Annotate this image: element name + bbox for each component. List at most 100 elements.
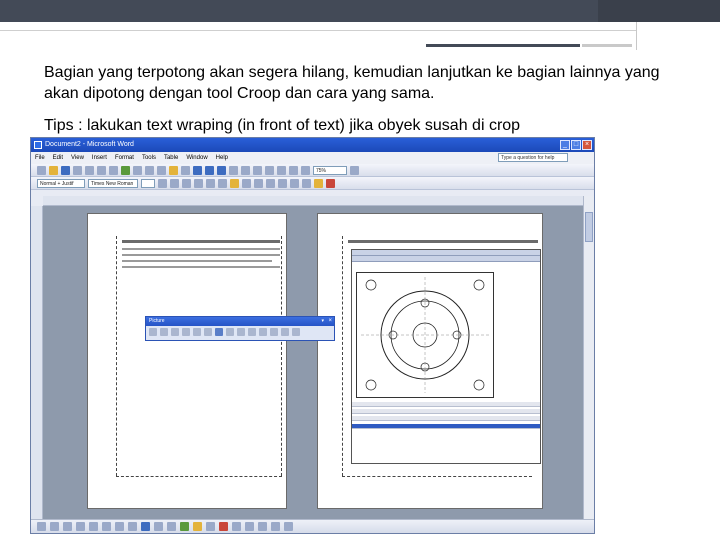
more-brightness-icon[interactable] [193,328,201,336]
line-style-icon[interactable] [232,522,241,531]
bullets-icon[interactable] [266,178,275,188]
diagram-icon[interactable] [154,522,163,531]
wordart-icon[interactable] [141,522,150,531]
outside-border-icon[interactable] [302,178,311,188]
research-icon[interactable] [133,165,142,175]
insert-excel-icon[interactable] [253,165,262,175]
print-preview-icon[interactable] [109,165,118,175]
reset-picture-icon[interactable] [292,328,300,336]
line-spacing-icon[interactable] [242,178,251,188]
picture-toolbar-title-bar[interactable]: Picture ▾ × [146,317,334,326]
insert-picture-icon[interactable] [180,522,189,531]
text-box-icon[interactable] [128,522,137,531]
vertical-scrollbar[interactable] [583,196,594,520]
zoom-select[interactable]: 75% [313,165,347,175]
less-brightness-icon[interactable] [204,328,212,336]
select-objects-icon[interactable] [50,522,59,531]
permission-icon[interactable] [73,165,82,175]
toolbar-options-icon[interactable]: ▾ [321,317,324,326]
justify-icon[interactable] [230,178,239,188]
font-size-select[interactable] [141,178,155,188]
align-center-icon[interactable] [206,178,215,188]
oval-icon[interactable] [115,522,124,531]
help-search-input[interactable]: Type a question for help [498,153,568,162]
tables-borders-icon[interactable] [229,165,238,175]
clip-art-icon[interactable] [167,522,176,531]
columns-icon[interactable] [265,165,274,175]
shadow-style-icon[interactable] [271,522,280,531]
compress-pictures-icon[interactable] [248,328,256,336]
text-wrapping-icon[interactable] [259,328,267,336]
horizontal-ruler[interactable] [43,196,583,206]
read-icon[interactable] [350,165,359,175]
menu-edit[interactable]: Edit [53,152,63,164]
undo-icon[interactable] [193,165,202,175]
picture-toolbar[interactable]: Picture ▾ × [145,316,335,341]
scrollbar-thumb[interactable] [585,212,593,242]
autoshapes-icon[interactable] [63,522,72,531]
menu-insert[interactable]: Insert [92,152,107,164]
style-select[interactable]: Normal + Justif [37,178,85,188]
line-style-icon[interactable] [237,328,245,336]
align-left-icon[interactable] [194,178,203,188]
font-select[interactable]: Times New Roman [88,178,138,188]
less-contrast-icon[interactable] [182,328,190,336]
3d-style-icon[interactable] [284,522,293,531]
drawing-icon[interactable] [277,165,286,175]
menu-file[interactable]: File [35,152,45,164]
arrow-icon[interactable] [89,522,98,531]
align-right-icon[interactable] [218,178,227,188]
more-contrast-icon[interactable] [171,328,179,336]
insert-table-icon[interactable] [241,165,250,175]
show-hide-icon[interactable] [301,165,310,175]
insert-picture-icon[interactable] [149,328,157,336]
menu-table[interactable]: Table [164,152,178,164]
rotate-icon[interactable] [226,328,234,336]
format-picture-icon[interactable] [270,328,278,336]
hyperlink-icon[interactable] [217,165,226,175]
paste-icon[interactable] [169,165,178,175]
bold-icon[interactable] [158,178,167,188]
fill-color-icon[interactable] [193,522,202,531]
menu-view[interactable]: View [71,152,84,164]
decrease-indent-icon[interactable] [278,178,287,188]
spelling-icon[interactable] [121,165,130,175]
italic-icon[interactable] [170,178,179,188]
format-painter-icon[interactable] [181,165,190,175]
arrow-style-icon[interactable] [258,522,267,531]
menu-help[interactable]: Help [216,152,228,164]
close-icon[interactable]: × [582,140,592,150]
document-map-icon[interactable] [289,165,298,175]
underline-icon[interactable] [182,178,191,188]
numbering-icon[interactable] [254,178,263,188]
redo-icon[interactable] [205,165,214,175]
line-icon[interactable] [76,522,85,531]
inserted-screenshot-image[interactable] [351,249,541,464]
color-icon[interactable] [160,328,168,336]
email-icon[interactable] [85,165,94,175]
copy-icon[interactable] [157,165,166,175]
new-document-icon[interactable] [37,165,46,175]
increase-indent-icon[interactable] [290,178,299,188]
document-page-right[interactable] [317,213,543,509]
crop-icon[interactable] [215,328,223,336]
font-color-icon[interactable] [326,178,335,188]
line-color-icon[interactable] [206,522,215,531]
highlight-icon[interactable] [314,178,323,188]
set-transparent-color-icon[interactable] [281,328,289,336]
rectangle-icon[interactable] [102,522,111,531]
toolbar-close-icon[interactable]: × [328,317,332,326]
draw-menu-icon[interactable] [37,522,46,531]
dash-style-icon[interactable] [245,522,254,531]
menu-format[interactable]: Format [115,152,134,164]
minimize-icon[interactable]: _ [560,140,570,150]
vertical-ruler[interactable] [31,206,43,520]
menu-tools[interactable]: Tools [142,152,156,164]
cut-icon[interactable] [145,165,154,175]
print-icon[interactable] [97,165,106,175]
open-folder-icon[interactable] [49,165,58,175]
font-color-icon[interactable] [219,522,228,531]
maximize-icon[interactable]: □ [571,140,581,150]
menu-window[interactable]: Window [186,152,207,164]
document-page-left[interactable] [87,213,287,509]
